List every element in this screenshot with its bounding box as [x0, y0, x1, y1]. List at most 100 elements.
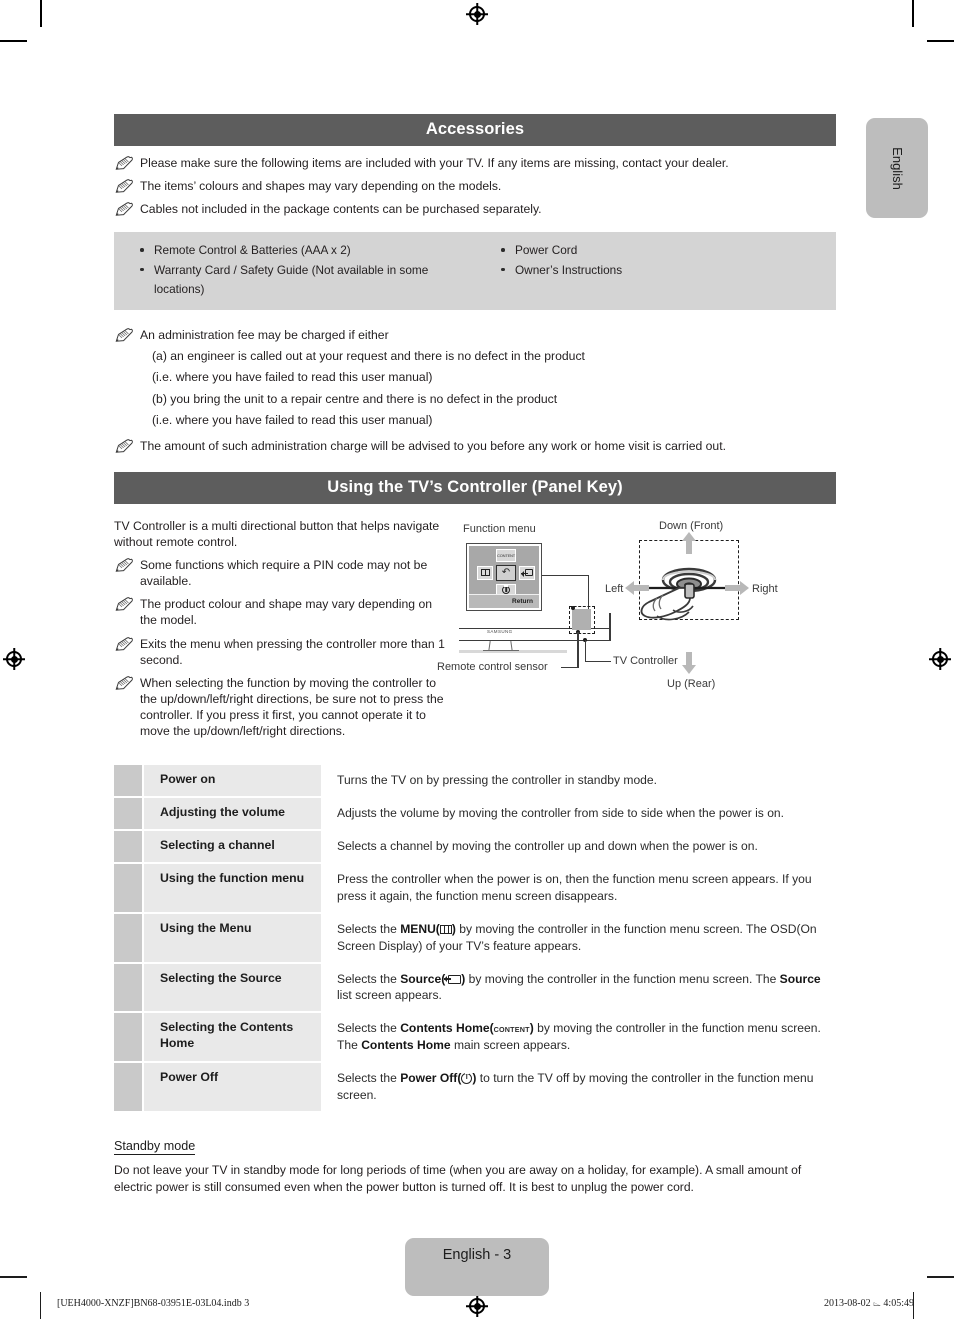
row-label: Power on — [144, 765, 321, 796]
row-description-text: Press the controller when the power is o… — [337, 871, 812, 903]
note-pencil-icon — [114, 179, 134, 193]
controller-note-4: When selecting the function by moving th… — [114, 675, 449, 739]
registration-mark-right — [929, 648, 951, 670]
tv-panel-bottom-edge — [459, 639, 611, 642]
row-description: Selects the Source() by moving the contr… — [321, 964, 836, 1012]
admin-fee-line: (b) you bring the unit to a repair centr… — [152, 391, 558, 406]
menu-icon — [480, 569, 490, 577]
crop-mark-top-left-vertical — [40, 0, 42, 27]
row-description-bold: Power Off( — [400, 1071, 462, 1086]
controller-note-1-text: Some functions which require a PIN code … — [140, 558, 428, 589]
menu-icon — [439, 924, 452, 934]
row-description-text: Selects the — [337, 1071, 401, 1086]
table-row: Power Off Selects the Power Off() to tur… — [114, 1063, 836, 1112]
row-description-bold: Source — [779, 971, 821, 986]
row-label: Using the function menu — [144, 863, 321, 912]
row-description-text: list screen appears. — [337, 988, 442, 1003]
admin-charge-note-text: The amount of such administration charge… — [140, 438, 726, 453]
tv-controller-label: TV Controller — [613, 654, 678, 667]
power-icon — [461, 1073, 473, 1085]
registration-mark-left — [3, 648, 25, 670]
row-description-text: main screen appears. — [450, 1038, 571, 1053]
note-pencil-icon — [114, 558, 134, 572]
function-menu-return-label: Return — [469, 593, 539, 608]
function-menu-source-key — [519, 565, 535, 580]
accessories-note-2: The items’ colours and shapes may vary d… — [114, 178, 836, 194]
row-description: Selects the Power Off() to turn the TV o… — [321, 1063, 836, 1111]
function-menu-return-key: ↶ — [496, 564, 516, 581]
admin-fee-note: An administration fee may be charged if … — [114, 327, 836, 343]
row-description-text: Selects the — [337, 971, 401, 986]
row-description-bold: Source( — [400, 971, 446, 986]
page-number-pill: English - 3 — [405, 1238, 549, 1296]
table-row: Using the function menu Press the contro… — [114, 863, 836, 912]
table-row: Selecting the Source Selects the Source(… — [114, 963, 836, 1012]
arrow-up-rear-icon — [682, 651, 696, 674]
direction-up-label: Up (Rear) — [667, 677, 716, 690]
leader-dot — [571, 605, 575, 610]
row-description-text: by moving the controller in the function… — [465, 971, 780, 986]
content-column: Accessories Please make sure the followi… — [114, 114, 836, 1196]
row-strip — [114, 913, 142, 962]
controller-note-1: Some functions which require a PIN code … — [114, 557, 449, 589]
table-row: Using the Menu Selects the MENU() by mov… — [114, 913, 836, 962]
row-description: Selects a channel by moving the controll… — [321, 831, 836, 862]
note-pencil-icon — [114, 438, 134, 453]
content-icon: CONTENT — [493, 1025, 530, 1035]
accessories-note-1: Please make sure the following items are… — [114, 155, 836, 171]
admin-fee-line: (i.e. where you have failed to read this… — [152, 413, 433, 428]
arrow-left-icon — [625, 580, 649, 595]
footer-timestamp: 2013-08-02 ⌳ 4:05:49 — [823, 1298, 914, 1309]
table-row: Selecting the Contents Home Selects the … — [114, 1013, 836, 1062]
list-item: Owner’s Instructions — [497, 261, 836, 280]
accessories-items-right-column: Power Cord Owner’s Instructions — [475, 241, 836, 299]
accessories-items-left-column: Remote Control & Batteries (AAA x 2) War… — [114, 241, 475, 299]
accessories-note-1-text: Please make sure the following items are… — [140, 156, 729, 170]
row-label: Selecting a channel — [144, 830, 321, 862]
table-row: Power on Turns the TV on by pressing the… — [114, 765, 836, 796]
table-row: Selecting a channel Selects a channel by… — [114, 830, 836, 862]
list-item: Warranty Card / Safety Guide (Not availa… — [136, 261, 475, 300]
accessories-section-header: Accessories — [114, 114, 836, 146]
row-description-bold: MENU( — [400, 921, 440, 936]
controller-note-4-text: When selecting the function by moving th… — [140, 675, 444, 738]
arrow-down-front-icon — [682, 531, 696, 554]
row-description: Press the controller when the power is o… — [321, 864, 836, 912]
remote-control-sensor-label: Remote control sensor — [437, 660, 548, 673]
row-strip — [114, 1013, 142, 1062]
controller-note-3: Exits the menu when pressing the control… — [114, 636, 449, 668]
controller-function-table: Power on Turns the TV on by pressing the… — [114, 765, 836, 1112]
row-description-text: Turns the TV on by pressing the controll… — [337, 773, 657, 788]
callout-line — [584, 639, 586, 662]
direction-down-label: Down (Front) — [659, 519, 724, 532]
accessories-items-box: Remote Control & Batteries (AAA x 2) War… — [114, 232, 836, 310]
row-description: Selects the MENU() by moving the control… — [321, 914, 836, 962]
note-pencil-icon — [114, 156, 134, 170]
row-description-bold: Contents Home — [361, 1038, 451, 1053]
note-pencil-icon — [114, 675, 134, 690]
footer-rule-left — [0, 1276, 27, 1278]
admin-fee-note-text: An administration fee may be charged if … — [140, 327, 389, 342]
admin-fee-line: (i.e. where you have failed to read this… — [152, 370, 433, 385]
tv-stand-foot — [483, 649, 519, 651]
controller-section-header: Using the TV’s Controller (Panel Key) — [114, 471, 836, 504]
controller-note-2-text: The product colour and shape may vary de… — [140, 597, 433, 628]
arrow-right-icon — [725, 580, 749, 595]
admin-fee-line: (a) an engineer is called out at your re… — [152, 348, 585, 363]
callout-line — [577, 631, 579, 668]
source-icon — [444, 974, 462, 984]
note-pencil-icon — [114, 327, 134, 342]
row-description-text: Selects the — [337, 1021, 401, 1036]
row-description: Selects the Contents Home(CONTENT) by mo… — [321, 1013, 836, 1061]
tv-panel-right-edge — [609, 612, 611, 641]
list-item: Power Cord — [497, 241, 836, 260]
direction-left-label: Left — [605, 582, 624, 595]
function-menu-menu-key — [477, 565, 493, 580]
controller-diagram-column: Function menu CONTENT ↶ Return SAMSUNG R… — [437, 518, 836, 693]
function-menu-osd: CONTENT ↶ Return — [466, 542, 542, 611]
row-strip — [114, 830, 142, 862]
registration-mark-top — [466, 3, 488, 25]
row-strip — [114, 1063, 142, 1112]
row-label: Power Off — [144, 1063, 321, 1112]
row-description-text: Selects a channel by moving the controll… — [337, 838, 758, 853]
